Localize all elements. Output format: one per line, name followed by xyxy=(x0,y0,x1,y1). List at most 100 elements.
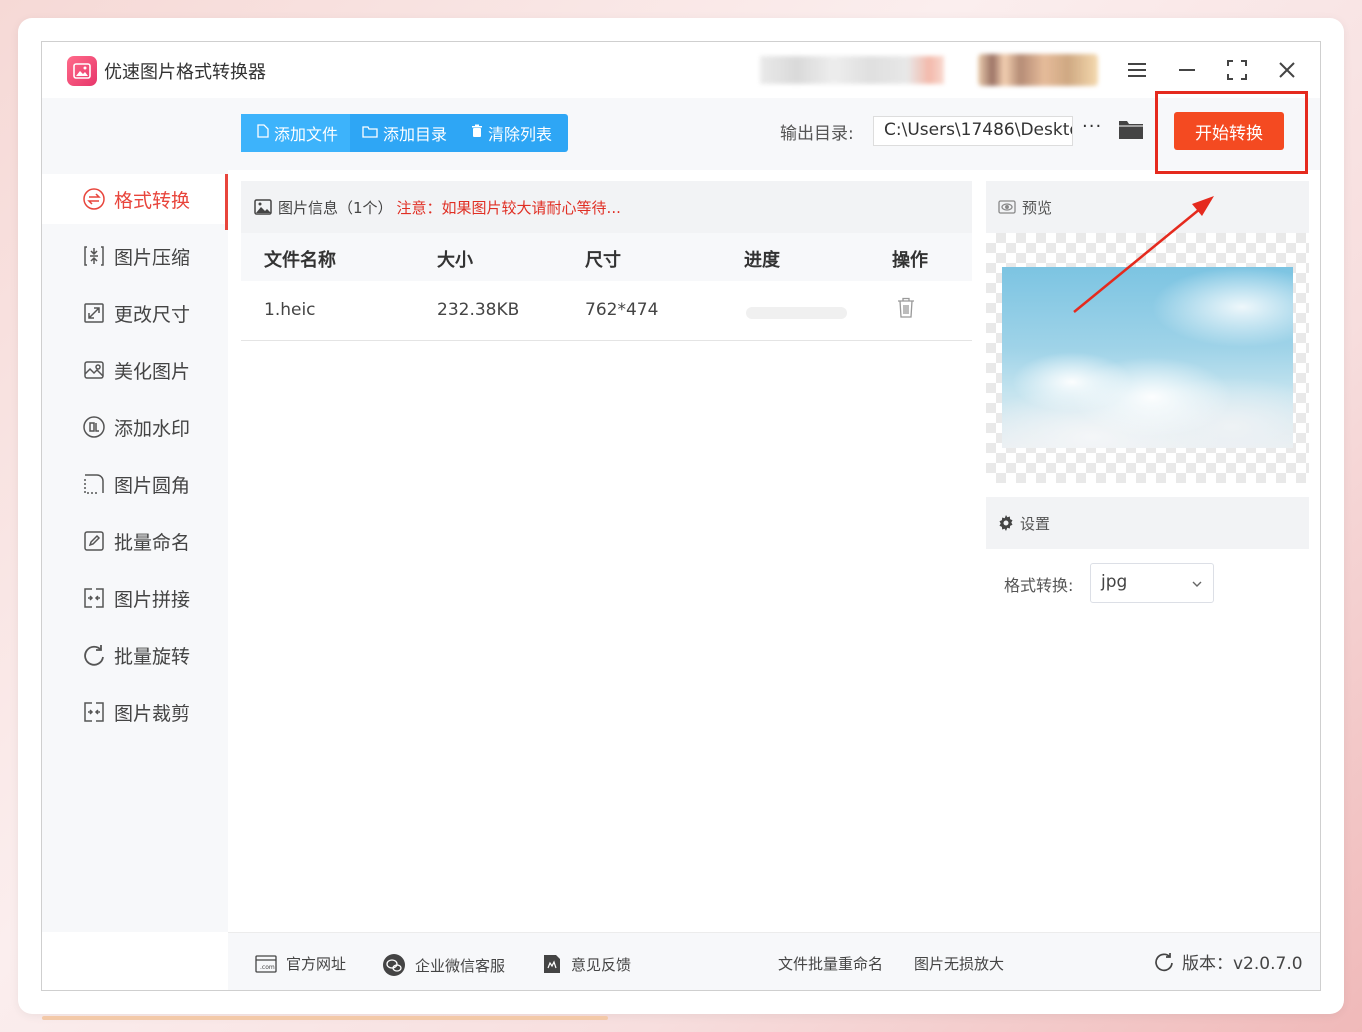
minimize-icon[interactable] xyxy=(1173,56,1201,84)
format-label: 格式转换: xyxy=(1004,576,1074,595)
taskbar-accent xyxy=(42,1016,608,1020)
sidebar-item-label: 更改尺寸 xyxy=(114,303,191,326)
sidebar-item-label: 图片拼接 xyxy=(114,588,191,611)
wechat-service-link[interactable]: 企业微信客服 xyxy=(382,953,505,977)
website-label: 官方网址 xyxy=(286,955,347,973)
website-icon: .com xyxy=(255,954,277,973)
open-folder-icon[interactable] xyxy=(1118,118,1144,140)
preview-panel: 预览 xyxy=(986,181,1309,483)
palette-icon xyxy=(82,358,106,382)
sidebar: 格式转换 图片压缩 更改尺寸 美化图片 添加水印 图片圆角 批量命名 图片拼接 … xyxy=(42,98,228,932)
app-title: 优速图片格式转换器 xyxy=(104,62,266,83)
sidebar-item-label: 图片裁剪 xyxy=(114,702,191,725)
table-row[interactable]: 1.heic 232.38KB 762*474 xyxy=(241,281,972,341)
format-select[interactable]: jpg xyxy=(1090,563,1214,603)
add-directory-button[interactable]: 添加目录 xyxy=(350,114,459,152)
column-header-name: 文件名称 xyxy=(264,250,336,271)
settings-header: 设置 xyxy=(986,497,1309,549)
eye-icon xyxy=(998,200,1016,214)
sidebar-item-resize[interactable]: 更改尺寸 xyxy=(42,288,228,338)
settings-title: 设置 xyxy=(1020,514,1051,533)
more-options-button[interactable]: ··· xyxy=(1082,116,1102,137)
trash-icon xyxy=(471,124,483,142)
add-file-label: 添加文件 xyxy=(274,125,339,144)
column-header-dimensions: 尺寸 xyxy=(585,250,621,271)
sidebar-item-label: 格式转换 xyxy=(114,189,191,212)
file-actions-group: 添加文件 添加目录 清除列表 xyxy=(241,114,568,152)
join-icon xyxy=(82,586,106,610)
sidebar-item-label: 添加水印 xyxy=(114,417,191,440)
format-select-value: jpg xyxy=(1101,572,1128,592)
column-header-actions: 操作 xyxy=(892,250,928,271)
table-header: 文件名称 大小 尺寸 进度 操作 xyxy=(241,233,972,281)
footer: .com 官方网址 企业微信客服 意见反馈 文件批量重命名 图片无损放大 版本：… xyxy=(228,932,1320,990)
sidebar-item-label: 图片圆角 xyxy=(114,474,191,497)
add-file-button[interactable]: 添加文件 xyxy=(241,114,351,152)
add-directory-label: 添加目录 xyxy=(383,125,448,144)
menu-icon[interactable] xyxy=(1123,56,1151,84)
sidebar-item-round-corner[interactable]: 图片圆角 xyxy=(42,459,228,509)
file-list-panel: 图片信息（1个） 注意：如果图片较大请耐心等待... 文件名称 大小 尺寸 进度… xyxy=(241,181,972,921)
maximize-icon[interactable] xyxy=(1223,56,1251,84)
gear-icon xyxy=(998,515,1014,531)
sidebar-item-batch-rename[interactable]: 批量命名 xyxy=(42,516,228,566)
progress-bar xyxy=(746,307,847,319)
close-icon[interactable] xyxy=(1273,56,1301,84)
rotate-icon xyxy=(82,643,106,667)
file-dimensions-cell: 762*474 xyxy=(585,300,659,320)
batch-rename-link[interactable]: 文件批量重命名 xyxy=(778,953,883,974)
preview-header: 预览 xyxy=(986,181,1309,233)
sidebar-item-crop[interactable]: 图片裁剪 xyxy=(42,687,228,737)
compress-icon xyxy=(82,244,106,268)
lossless-enlarge-link[interactable]: 图片无损放大 xyxy=(914,953,1004,974)
title-bar: 优速图片格式转换器 xyxy=(42,42,1320,98)
chevron-down-icon xyxy=(1191,575,1203,595)
clear-list-label: 清除列表 xyxy=(488,125,553,144)
feedback-link[interactable]: 意见反馈 xyxy=(542,953,631,975)
app-logo-icon xyxy=(67,56,97,86)
file-icon xyxy=(257,124,269,142)
sidebar-item-format-convert[interactable]: 格式转换 xyxy=(42,174,228,230)
sidebar-item-label: 美化图片 xyxy=(114,360,191,383)
sidebar-item-label: 批量旋转 xyxy=(114,645,191,668)
start-convert-button[interactable]: 开始转换 xyxy=(1174,112,1284,150)
clear-list-button[interactable]: 清除列表 xyxy=(459,114,564,152)
website-link[interactable]: .com 官方网址 xyxy=(255,953,346,974)
blurred-avatar xyxy=(978,54,1098,86)
column-header-size: 大小 xyxy=(437,250,473,271)
wechat-service-label: 企业微信客服 xyxy=(415,956,506,975)
watermark-icon xyxy=(82,415,106,439)
column-header-progress: 进度 xyxy=(744,250,780,271)
swap-icon xyxy=(82,187,106,211)
preview-canvas xyxy=(986,233,1309,483)
resize-icon xyxy=(82,301,106,325)
delete-row-icon[interactable] xyxy=(897,297,915,319)
file-name-cell: 1.heic xyxy=(264,300,316,320)
folder-outline-icon xyxy=(362,125,378,142)
version-label: 版本：v2.0.7.0 xyxy=(1182,954,1303,974)
sidebar-item-rotate[interactable]: 批量旋转 xyxy=(42,630,228,680)
output-path-field[interactable]: C:\Users\17486\Deskto xyxy=(873,116,1073,146)
rename-icon xyxy=(82,529,106,553)
file-size-cell: 232.38KB xyxy=(437,300,520,320)
crop-icon xyxy=(82,700,106,724)
file-panel-header: 图片信息（1个） 注意：如果图片较大请耐心等待... xyxy=(241,181,972,233)
preview-image xyxy=(1002,267,1293,448)
output-dir-label: 输出目录: xyxy=(780,124,854,144)
app-window: 优速图片格式转换器 格式转换 图片压缩 更改尺寸 美化图片 添加水印 图片圆角 … xyxy=(41,41,1321,991)
settings-panel: 设置 格式转换: jpg xyxy=(986,497,1309,915)
preview-title: 预览 xyxy=(1022,198,1053,217)
version-info[interactable]: 版本：v2.0.7.0 xyxy=(1154,949,1303,974)
sidebar-item-label: 图片压缩 xyxy=(114,246,191,269)
feedback-label: 意见反馈 xyxy=(571,955,632,974)
file-panel-note: 注意：如果图片较大请耐心等待... xyxy=(396,198,621,217)
feedback-icon xyxy=(542,953,562,975)
svg-text:.com: .com xyxy=(260,964,275,971)
sidebar-item-watermark[interactable]: 添加水印 xyxy=(42,402,228,452)
sidebar-item-compress[interactable]: 图片压缩 xyxy=(42,231,228,281)
sidebar-item-join[interactable]: 图片拼接 xyxy=(42,573,228,623)
file-panel-title: 图片信息（1个） xyxy=(278,198,393,217)
sidebar-item-beautify[interactable]: 美化图片 xyxy=(42,345,228,395)
sidebar-item-label: 批量命名 xyxy=(114,531,191,554)
blurred-account-info xyxy=(760,56,944,84)
